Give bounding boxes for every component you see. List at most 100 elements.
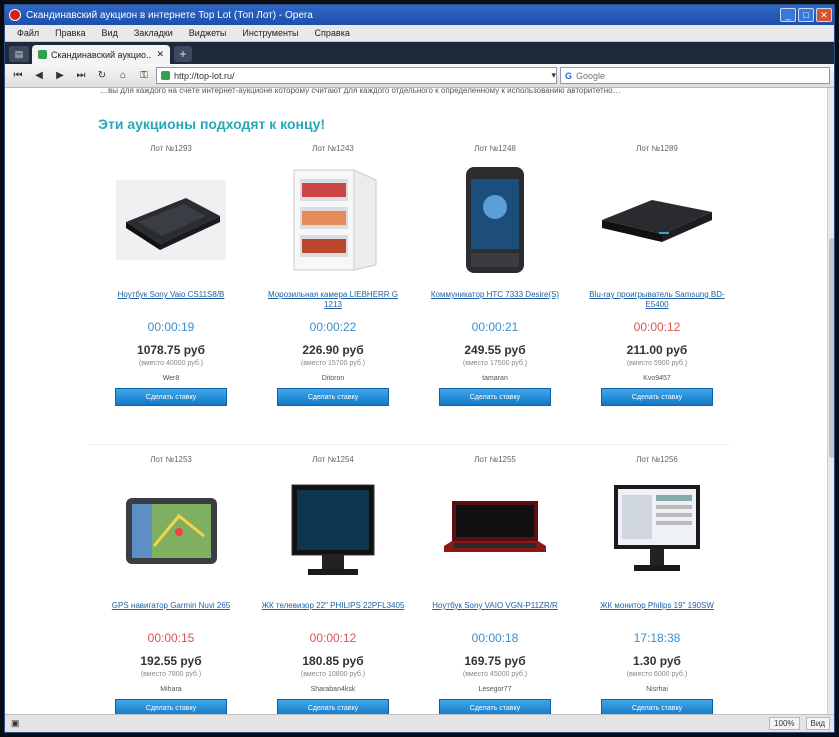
lot-number: Лот №1243 xyxy=(312,144,354,153)
current-price: 1.30 руб xyxy=(633,654,681,668)
bid-button[interactable]: Сделать ставку xyxy=(115,388,227,406)
current-price: 1078.75 руб xyxy=(137,343,205,357)
row-divider xyxy=(90,444,730,445)
product-image[interactable] xyxy=(430,160,560,280)
current-price: 169.75 руб xyxy=(464,654,526,668)
leading-bidder: Ditoron xyxy=(321,375,345,382)
leading-bidder: Nisrhai xyxy=(646,686,668,693)
retail-price: (вместо 6000 руб.) xyxy=(626,671,688,678)
retail-price: (вместо 15700 руб.) xyxy=(300,360,366,367)
tab-label: Скандинавский аукцио... xyxy=(51,49,153,60)
lot-number: Лот №1248 xyxy=(474,144,516,153)
key-icon[interactable]: ⚿ xyxy=(135,67,153,85)
lot-number: Лот №1289 xyxy=(636,144,678,153)
cut-off-text: …вы для каждого на счёте интернет-аукцио… xyxy=(100,88,621,95)
lot-card: Лот №1256 ЖК монитор Philips 19" 190SW 17:… xyxy=(576,453,738,716)
product-image[interactable] xyxy=(268,471,398,591)
leading-bidder: Wer8 xyxy=(162,375,180,382)
menu-widgets[interactable]: Виджеты xyxy=(181,28,235,38)
tab-active[interactable]: Скандинавский аукцио... ✕ xyxy=(32,45,170,64)
address-favicon-icon xyxy=(161,71,170,80)
new-tab-button[interactable]: + xyxy=(174,46,192,62)
address-input[interactable] xyxy=(174,70,548,81)
retail-price: (вместо 40000 руб.) xyxy=(138,360,204,367)
lot-number: Лот №1254 xyxy=(312,455,354,464)
back-icon[interactable]: ◀ xyxy=(30,67,48,85)
search-engine-icon[interactable]: G xyxy=(565,71,572,81)
lot-number: Лот №1256 xyxy=(636,455,678,464)
countdown-timer: 00:00:19 xyxy=(147,320,195,334)
menu-edit[interactable]: Правка xyxy=(47,28,93,38)
product-link[interactable]: GPS навигатор Garmin Nuvi 265 xyxy=(96,601,246,623)
fast-forward-icon[interactable]: ⏭ xyxy=(72,67,90,85)
screen-frame: Скандинавский аукцион в интернете Top Lo… xyxy=(0,0,839,737)
product-image[interactable] xyxy=(592,471,722,591)
product-image[interactable] xyxy=(268,160,398,280)
panel-toggle-icon[interactable]: ▤ xyxy=(9,46,29,62)
address-bar[interactable]: ▾ xyxy=(156,67,557,84)
panel-icon[interactable]: ▣ xyxy=(11,718,20,729)
menu-help[interactable]: Справка xyxy=(307,28,358,38)
product-link[interactable]: ЖК телевизор 22" PHILIPS 22PFL3405 xyxy=(258,601,408,623)
address-dropdown-icon[interactable]: ▾ xyxy=(551,70,556,81)
reload-icon[interactable]: ↻ xyxy=(93,67,111,85)
scrollbar-thumb[interactable] xyxy=(829,238,834,458)
bid-button[interactable]: Сделать ставку xyxy=(277,388,389,406)
search-input[interactable] xyxy=(576,70,829,81)
menu-bookmarks[interactable]: Закладки xyxy=(126,28,181,38)
product-link[interactable]: Ноутбук Sony Vaio CS11S8/B xyxy=(96,290,246,312)
leading-bidder: Mihara xyxy=(160,686,182,693)
forward-icon[interactable]: ▶ xyxy=(51,67,69,85)
product-link[interactable]: ЖК монитор Philips 19" 190SW xyxy=(582,601,732,623)
lot-number: Лот №1253 xyxy=(150,455,192,464)
product-image[interactable] xyxy=(430,471,560,591)
view-button[interactable]: Вид xyxy=(805,717,830,730)
product-link[interactable]: Ноутбук Sony VAIO VGN-P11ZR/R xyxy=(420,601,570,623)
retail-price: (вместо 17500 руб.) xyxy=(462,360,528,367)
countdown-timer: 00:00:22 xyxy=(309,320,357,334)
bid-button[interactable]: Сделать ставку xyxy=(601,388,713,406)
product-link[interactable]: Коммуникатор HTC 7333 Desire(S) xyxy=(420,290,570,312)
bid-button[interactable]: Сделать ставку xyxy=(439,388,551,406)
menu-tools[interactable]: Инструменты xyxy=(234,28,306,38)
countdown-timer: 00:00:18 xyxy=(471,631,519,645)
home-icon[interactable]: ⌂ xyxy=(114,67,132,85)
product-image[interactable] xyxy=(592,160,722,280)
product-link[interactable]: Blu-ray проигрыватель Samsung BD-E5400 xyxy=(582,290,732,312)
close-button[interactable]: ✕ xyxy=(816,8,832,22)
retail-price: (вместо 5900 руб.) xyxy=(626,360,688,367)
menu-file[interactable]: Файл xyxy=(9,28,47,38)
search-box[interactable]: G xyxy=(560,67,830,84)
page-content: …вы для каждого на счёте интернет-аукцио… xyxy=(90,88,740,716)
current-price: 249.55 руб xyxy=(464,343,526,357)
zoom-level[interactable]: 100% xyxy=(769,717,800,730)
lot-card: Лот №1254 ЖК телевизор 22" PHILIPS 22PFL3… xyxy=(252,453,414,716)
lot-card: Лот №1293 Ноутбук Sony Vaio CS11S8/B 00:00… xyxy=(90,142,252,438)
leading-bidder: Sharaban4ksk xyxy=(310,686,356,693)
rewind-icon[interactable]: ⏮ xyxy=(9,67,27,85)
lots-container: Лот №1293 Ноутбук Sony Vaio CS11S8/B 00:00… xyxy=(90,142,740,716)
product-link[interactable]: Морозильная камера LIEBHERR G 1213 xyxy=(258,290,408,312)
countdown-timer: 00:00:21 xyxy=(471,320,519,334)
menu-bar: Файл Правка Вид Закладки Виджеты Инструм… xyxy=(5,25,834,42)
lot-card: Лот №1248 Коммуникатор HTC 7333 Desire(S)… xyxy=(414,142,576,438)
vertical-scrollbar[interactable] xyxy=(827,88,834,716)
countdown-timer: 00:00:12 xyxy=(309,631,357,645)
countdown-timer: 00:00:15 xyxy=(147,631,195,645)
retail-price: (вместо 7800 руб.) xyxy=(140,671,202,678)
current-price: 180.85 руб xyxy=(302,654,364,668)
leading-bidder: Lesegor77 xyxy=(478,686,512,693)
leading-bidder: Kvo9457 xyxy=(643,375,671,382)
menu-view[interactable]: Вид xyxy=(94,28,126,38)
retail-price: (вместо 10800 руб.) xyxy=(300,671,366,678)
countdown-timer: 00:00:12 xyxy=(633,320,681,334)
product-image[interactable] xyxy=(106,471,236,591)
minimize-button[interactable]: _ xyxy=(780,8,796,22)
title-bar: Скандинавский аукцион в интернете Top Lo… xyxy=(5,5,834,25)
product-image[interactable] xyxy=(106,160,236,280)
current-price: 226.90 руб xyxy=(302,343,364,357)
maximize-button[interactable]: □ xyxy=(798,8,814,22)
countdown-timer: 17:18:38 xyxy=(633,631,681,645)
lot-card: Лот №1243 Морозильная камера LIEBHERR G 1… xyxy=(252,142,414,438)
tab-close-icon[interactable]: ✕ xyxy=(156,49,164,60)
